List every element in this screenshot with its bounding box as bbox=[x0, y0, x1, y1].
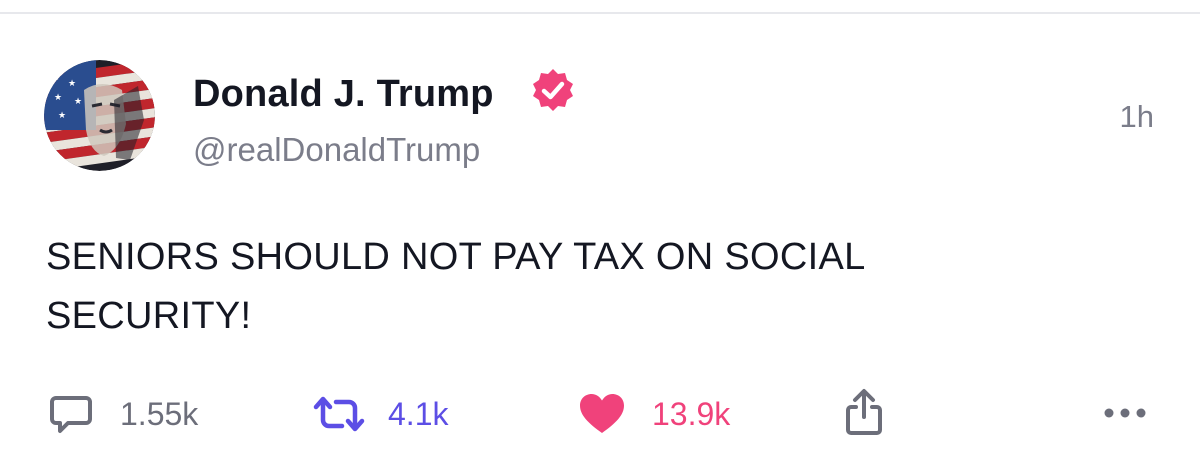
top-divider bbox=[0, 0, 1200, 14]
more-icon bbox=[1104, 408, 1146, 418]
svg-text:★: ★ bbox=[58, 111, 66, 121]
repost-count: 4.1k bbox=[388, 395, 449, 432]
author-name[interactable]: Donald J. Trump bbox=[193, 73, 494, 116]
like-count: 13.9k bbox=[652, 395, 731, 432]
reply-count: 1.55k bbox=[120, 395, 199, 432]
verified-badge-icon bbox=[530, 67, 576, 113]
svg-text:★: ★ bbox=[68, 79, 76, 89]
repost-icon bbox=[313, 396, 365, 432]
post-text-line: SECURITY! bbox=[46, 295, 252, 337]
post-timestamp[interactable]: 1h bbox=[1120, 99, 1154, 135]
repost-button[interactable]: 4.1k bbox=[312, 392, 448, 436]
svg-text:★: ★ bbox=[54, 93, 62, 103]
svg-text:★: ★ bbox=[52, 73, 60, 83]
svg-text:★: ★ bbox=[74, 97, 82, 107]
more-options-button[interactable] bbox=[1101, 400, 1149, 426]
share-icon bbox=[846, 389, 882, 435]
comment-icon bbox=[50, 396, 92, 433]
avatar[interactable]: ★ ★ ★ ★ ★ bbox=[44, 60, 155, 171]
reply-button[interactable]: 1.55k bbox=[48, 392, 198, 436]
author-handle[interactable]: @realDonaldTrump bbox=[193, 131, 480, 169]
heart-icon bbox=[580, 394, 624, 433]
post-text-line: SENIORS SHOULD NOT PAY TAX ON SOCIAL bbox=[46, 236, 866, 278]
post-text: SENIORS SHOULD NOT PAY TAX ON SOCIAL SEC… bbox=[46, 228, 1046, 346]
share-button[interactable] bbox=[842, 389, 886, 435]
like-button[interactable]: 13.9k bbox=[578, 392, 730, 436]
